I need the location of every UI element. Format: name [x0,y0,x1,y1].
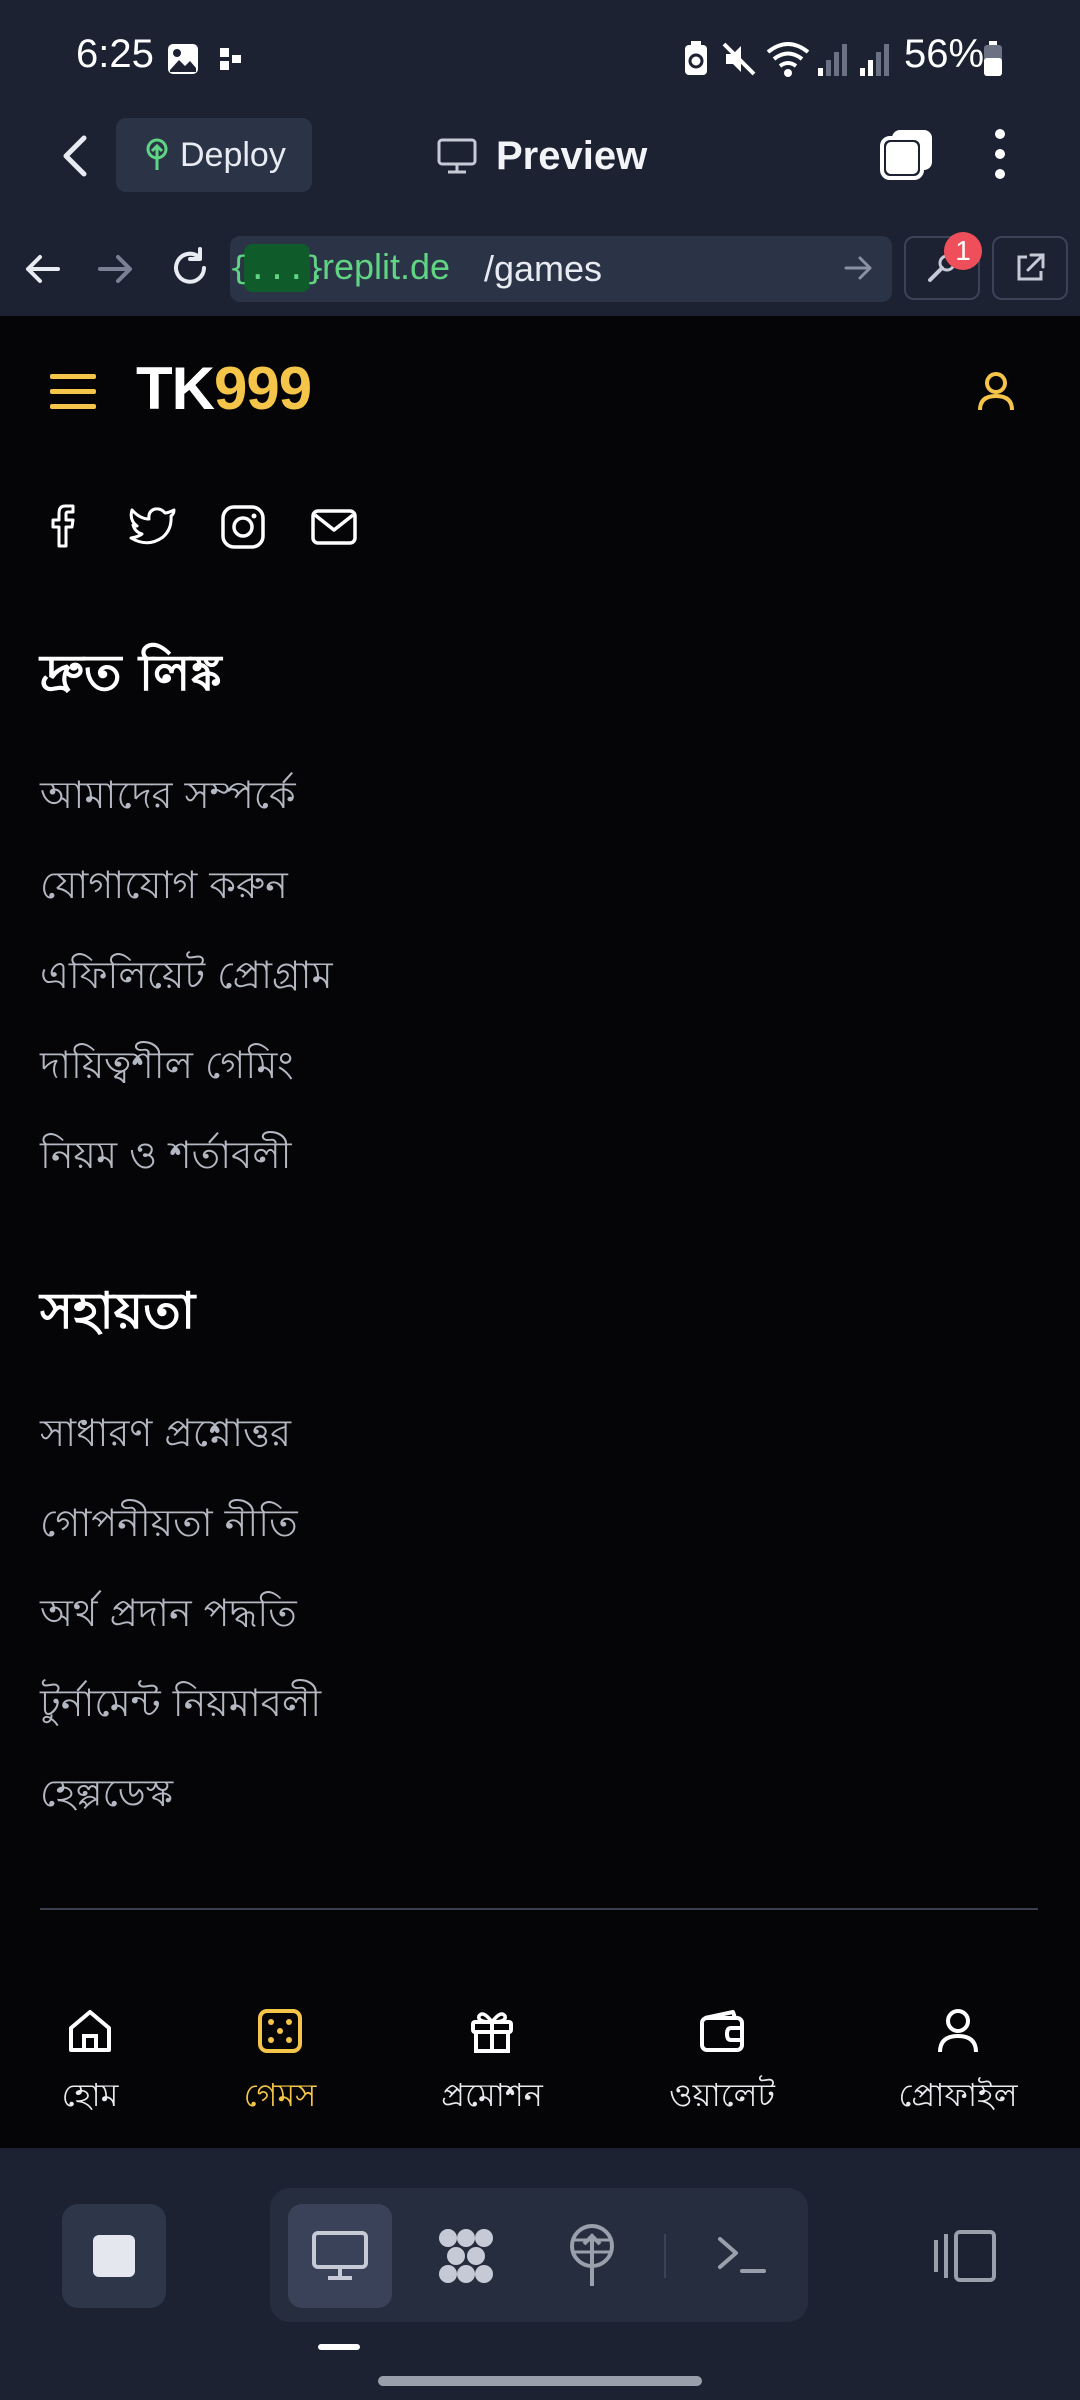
panel-toggle-icon[interactable] [930,2226,1000,2286]
browser-back-icon[interactable] [20,246,66,292]
grid-icon [218,46,244,72]
url-host: .replit.de [312,246,451,287]
nav-item-profile[interactable]: প্রোফাইল [868,2006,1048,2124]
reload-icon[interactable] [166,244,214,292]
twitter-icon[interactable] [128,504,178,548]
monitor-icon [310,2229,370,2283]
nav-item-home[interactable]: হোম [0,2006,180,2124]
mail-icon[interactable] [310,506,358,548]
image-icon [166,42,200,76]
active-tab-indicator [318,2344,360,2350]
footer-link[interactable]: সাধারণ প্রশ্নোত্তর [40,1404,291,1468]
support-heading: সহায়তা [40,1282,196,1340]
stop-icon [91,2233,137,2279]
user-account-icon[interactable] [976,370,1016,414]
footer-link[interactable]: এফিলিয়েট প্রোগ্রাম [40,946,333,1010]
footer-link[interactable]: যোগাযোগ করুন [40,856,288,920]
mute-icon [720,40,758,78]
agent-icon [434,2224,498,2288]
nav-label-games: গেমস [243,2076,317,2114]
footer-link[interactable]: গোপনীয়তা নীতি [40,1494,298,1558]
nav-label-profile: প্রোফাইল [898,2076,1018,2114]
battery-saver-icon [682,40,710,78]
back-button[interactable] [52,128,100,184]
monitor-icon [436,137,478,175]
site-preview [0,316,1080,2148]
wifi-icon [766,40,810,78]
deploy-icon [564,2224,620,2288]
footer-link[interactable]: অর্থ প্রদান পদ্ধতি [40,1584,297,1648]
instagram-icon[interactable] [220,504,266,550]
deployments-tool-button[interactable] [540,2204,644,2308]
footer-link[interactable]: দায়িত্বশীল গেমিং [40,1036,294,1100]
gesture-bar [378,2376,702,2386]
terminal-icon [714,2231,770,2281]
footer-link[interactable]: নিয়ম ও শর্তাবলী [40,1126,292,1190]
signal-icon [858,40,892,78]
nav-label-home: হোম [61,2076,119,2114]
more-menu-icon[interactable] [984,126,1016,182]
status-time: 6:25 [76,32,154,76]
deploy-label: Deploy [180,135,286,174]
signal-icon [816,40,850,78]
notification-badge: 1 [944,232,982,270]
tabs-button[interactable] [878,126,936,182]
go-arrow-icon[interactable] [840,250,876,286]
home-icon [65,2006,115,2056]
external-link-icon [1013,251,1047,285]
footer-link[interactable]: হেল্পডেস্ক [40,1764,173,1828]
footer-link[interactable]: টুর্নামেন্ট নিয়মাবলী [40,1674,321,1738]
footer-link[interactable]: আমাদের সম্পর্কে [40,766,296,830]
logo-text-tk: TK [136,355,215,422]
gift-icon [467,2006,517,2056]
nav-item-wallet[interactable]: ওয়ালেট [632,2006,812,2124]
facebook-icon[interactable] [44,502,88,550]
preview-tool-button[interactable] [288,2204,392,2308]
url-path: /games [484,248,603,289]
user-icon [933,2006,983,2056]
battery-icon [982,40,1004,78]
deploy-button[interactable]: Deploy [116,118,312,192]
browser-forward-icon[interactable] [92,246,138,292]
logo-text-999: 999 [213,355,312,422]
agent-tool-button[interactable] [414,2204,518,2308]
url-chip: {...} [229,244,325,292]
dice-icon [255,2006,305,2056]
deploy-icon [142,138,172,172]
nav-label-wallet: ওয়ালেট [669,2076,775,2114]
nav-label-promotion: প্রমোশন [441,2076,543,2114]
shell-tool-button[interactable] [690,2204,794,2308]
open-external-button[interactable] [992,236,1068,300]
nav-item-games[interactable]: গেমস [190,2006,370,2124]
stop-button[interactable] [62,2204,166,2308]
site-logo[interactable]: TK999 [136,354,312,423]
footer-divider [40,1908,1038,1910]
toolbar-separator [664,2234,666,2278]
nav-item-promotion[interactable]: প্রমোশন [402,2006,582,2124]
hamburger-menu-icon[interactable] [48,370,98,414]
preview-title-label: Preview [496,133,648,178]
wallet-icon [697,2006,747,2056]
battery-percent: 56% [904,32,985,76]
quick-links-heading: দ্রুত লিঙ্ক [40,644,222,702]
preview-title: Preview [436,128,647,184]
